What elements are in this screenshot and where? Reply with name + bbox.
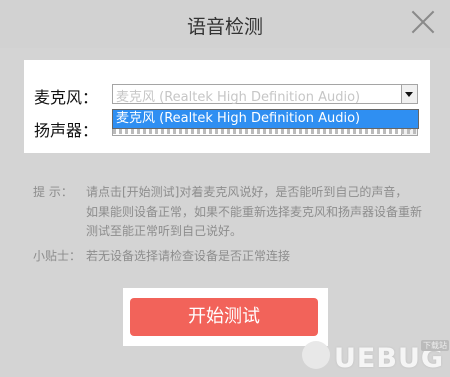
title-bar: 语音检测 xyxy=(0,0,450,48)
note-text: 若无设备选择请检查设备是否正常连接 xyxy=(86,249,291,263)
button-panel: 开始测试 xyxy=(123,288,328,346)
tip-text-line2: 如果能则设备正常，如果不能重新选择麦克风和扬声器设备重新 xyxy=(86,205,423,219)
device-panel: 麦克风： 麦克风 (Realtek High Definition Audio)… xyxy=(24,60,430,153)
note-label: 小贴士： xyxy=(33,249,82,263)
dropdown-option[interactable]: 麦克风 (Realtek High Definition Audio) xyxy=(113,110,418,128)
tip-text-line3: 测试至能正常听到自己说好。 xyxy=(86,224,243,238)
mic-select[interactable]: 麦克风 (Realtek High Definition Audio) xyxy=(112,84,418,105)
chevron-down-icon[interactable] xyxy=(401,85,417,103)
mic-dropdown-list: 麦克风 (Realtek High Definition Audio) xyxy=(112,109,419,134)
tip-text-line1: 请点击[开始测试]对着麦克风说好，是否能听到自己的声音， xyxy=(86,185,408,199)
speaker-label: 扬声器： xyxy=(34,121,99,140)
window-title: 语音检测 xyxy=(186,16,263,38)
mic-select-value: 麦克风 (Realtek High Definition Audio) xyxy=(116,90,361,105)
logo-circle-icon xyxy=(302,341,330,369)
watermark-logo: UEBUG 下载站 xyxy=(302,337,450,377)
start-test-button[interactable]: 开始测试 xyxy=(130,298,318,336)
watermark-subtext: 下载站 xyxy=(421,340,449,351)
tip-label: 提 示： xyxy=(33,185,73,199)
mic-label: 麦克风： xyxy=(34,88,99,107)
close-icon[interactable] xyxy=(408,6,438,36)
